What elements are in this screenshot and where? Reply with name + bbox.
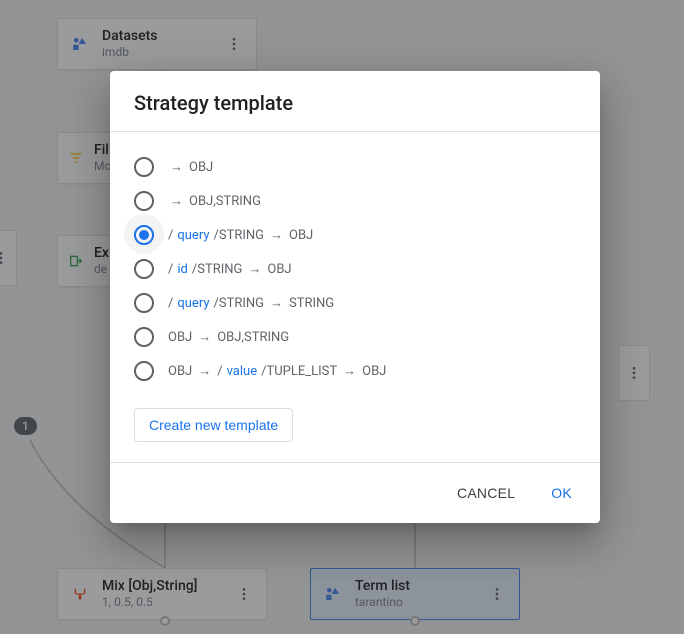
radio-button[interactable] bbox=[134, 191, 154, 211]
dialog-title: Strategy template bbox=[110, 71, 600, 132]
strategy-option[interactable]: →OBJ bbox=[134, 150, 576, 184]
strategy-option[interactable]: OBJ→OBJ,STRING bbox=[134, 320, 576, 354]
strategy-label: →OBJ bbox=[168, 159, 213, 175]
cancel-button[interactable]: CANCEL bbox=[453, 481, 519, 505]
radio-button[interactable] bbox=[134, 361, 154, 381]
dialog-body: →OBJ →OBJ,STRING/query/STRING→OBJ/id/STRI… bbox=[110, 132, 600, 462]
strategy-label: OBJ→OBJ,STRING bbox=[168, 329, 289, 345]
strategy-option[interactable]: OBJ→/value/TUPLE_LIST→OBJ bbox=[134, 354, 576, 388]
strategy-option[interactable]: /query/STRING→OBJ bbox=[134, 218, 576, 252]
radio-button[interactable] bbox=[134, 225, 154, 245]
strategy-label: OBJ→/value/TUPLE_LIST→OBJ bbox=[168, 363, 386, 379]
create-new-template-button[interactable]: Create new template bbox=[134, 408, 293, 442]
strategy-option[interactable]: /query/STRING→STRING bbox=[134, 286, 576, 320]
dialog-actions: CANCEL OK bbox=[110, 462, 600, 523]
radio-group: →OBJ →OBJ,STRING/query/STRING→OBJ/id/STRI… bbox=[134, 150, 576, 388]
strategy-option[interactable]: /id/STRING→OBJ bbox=[134, 252, 576, 286]
strategy-label: →OBJ,STRING bbox=[168, 193, 261, 209]
radio-button[interactable] bbox=[134, 259, 154, 279]
radio-button[interactable] bbox=[134, 327, 154, 347]
strategy-label: /query/STRING→STRING bbox=[168, 295, 334, 311]
strategy-option[interactable]: →OBJ,STRING bbox=[134, 184, 576, 218]
strategy-template-dialog: Strategy template →OBJ →OBJ,STRING/query/… bbox=[110, 71, 600, 523]
strategy-label: /query/STRING→OBJ bbox=[168, 227, 313, 243]
radio-button[interactable] bbox=[134, 293, 154, 313]
radio-button[interactable] bbox=[134, 157, 154, 177]
strategy-label: /id/STRING→OBJ bbox=[168, 261, 292, 277]
ok-button[interactable]: OK bbox=[547, 481, 576, 505]
